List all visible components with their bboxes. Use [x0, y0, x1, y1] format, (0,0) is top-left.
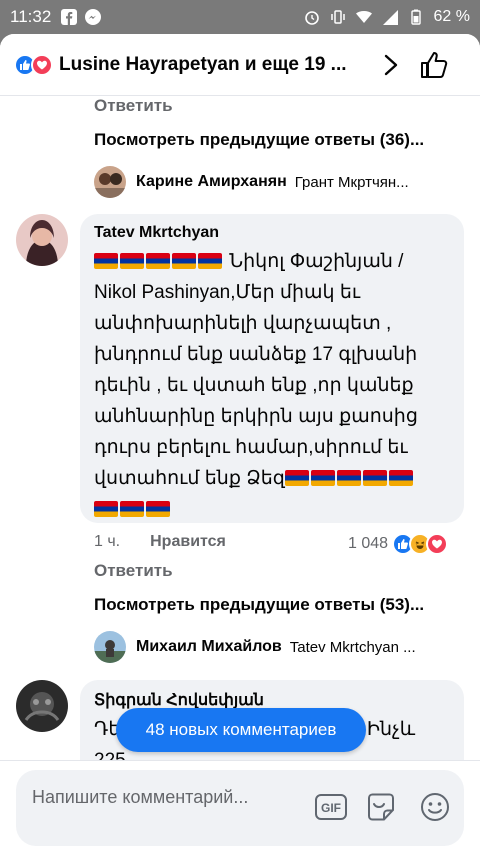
comment-input[interactable]: Напишите комментарий... GIF: [16, 770, 464, 846]
love-reaction-icon: [31, 53, 53, 76]
comment-line: վստահում ենք Ձեզ: [94, 468, 285, 489]
comment-author-name[interactable]: Տիգրան Հովսեփյան: [94, 690, 450, 710]
comment-input-placeholder: Напишите комментарий...: [32, 787, 249, 807]
comment-composer-bar: Напишите комментарий... GIF: [0, 760, 480, 853]
comment-timestamp[interactable]: 1 ч.: [94, 533, 120, 551]
comment-line: անհնարինը երկիրն այս քաոսից: [94, 406, 418, 427]
facebook-icon: [61, 9, 78, 25]
comment-line: Ինչև: [366, 719, 416, 740]
reply-snippet: Грант Мкртчян...: [294, 173, 409, 191]
armenia-flag-icon: [310, 470, 335, 486]
comment-text: Նիկոլ Փաշինյան / Nikol Pashinyan,Մեր միա…: [94, 246, 450, 525]
sticker-icon[interactable]: [364, 790, 398, 824]
new-comments-button[interactable]: 48 новых комментариев: [116, 708, 366, 752]
comment-line: դուրս բերելու համար,սիրում եւ: [94, 437, 408, 458]
like-post-button[interactable]: [419, 50, 449, 80]
vibrate-icon: [330, 9, 346, 25]
comment-line: անփոխարինելի վարչապետ ,: [94, 313, 392, 334]
chevron-right-icon[interactable]: [381, 53, 401, 77]
avatar[interactable]: [94, 631, 126, 663]
armenia-flag-icon: [120, 253, 144, 269]
reactions-header[interactable]: Lusine Hayrapetyan и еще 19 ...: [0, 34, 480, 96]
armenia-flag-icon: [146, 501, 170, 517]
emoji-icon[interactable]: [418, 790, 452, 824]
phone-screen: 11:32 62 % Lusine Hayrapetyan и еще 19 .…: [0, 0, 480, 853]
reply-button[interactable]: Ответить: [94, 561, 173, 581]
reply-author-name[interactable]: Карине Амирханян: [136, 173, 287, 191]
status-time: 11:32: [10, 7, 52, 26]
comment-line: Nikol Pashinyan,Մեր միակ եւ: [94, 282, 361, 303]
signal-icon: [382, 9, 398, 25]
armenia-flag-icon: [362, 470, 387, 486]
armenia-flag-icon: [120, 501, 144, 517]
wifi-icon: [355, 9, 372, 25]
reply-preview[interactable]: Михаил Михайлов Tatev Mkrtchyan ...: [94, 631, 416, 663]
reaction-icons: [14, 53, 53, 76]
armenia-flag-icon: [94, 253, 118, 269]
battery-icon: [408, 9, 424, 25]
reply-author-name[interactable]: Михаил Михайлов: [136, 638, 282, 656]
armenia-flag-icon: [94, 501, 118, 517]
love-reaction-icon: [426, 533, 449, 555]
armenia-flag-icon: [284, 470, 309, 486]
armenia-flag-icon: [146, 253, 170, 269]
reactions-title: Lusine Hayrapetyan и еще 19 ...: [59, 53, 347, 75]
comments-sheet: Lusine Hayrapetyan и еще 19 ... Ответить…: [0, 34, 480, 853]
gif-button[interactable]: GIF: [314, 790, 348, 824]
reply-snippet: Tatev Mkrtchyan ...: [289, 638, 416, 656]
comment-reactions[interactable]: 1 048: [348, 533, 449, 555]
comment-bubble[interactable]: Tatev Mkrtchyan Նիկոլ Փաշինյան / Nikol P…: [80, 214, 464, 523]
view-previous-replies-link[interactable]: Посмотреть предыдущие ответы (36)...: [94, 130, 424, 150]
reply-button[interactable]: Ответить: [94, 96, 173, 116]
alarm-icon: [304, 9, 320, 25]
comment-line: դեւին , եւ վստահ ենք ,որ կանեք: [94, 375, 414, 396]
messenger-icon: [85, 9, 102, 25]
avatar[interactable]: [16, 214, 68, 266]
comment-line: խնդրում ենք սանձեք 17 գլխանի: [94, 344, 418, 365]
comment-author-name[interactable]: Tatev Mkrtchyan: [94, 224, 450, 242]
armenia-flag-icon: [198, 253, 222, 269]
battery-level: 62 %: [433, 8, 470, 25]
status-bar: 11:32 62 %: [0, 0, 480, 34]
armenia-flag-icon: [336, 470, 361, 486]
view-previous-replies-link[interactable]: Посмотреть предыдущие ответы (53)...: [94, 595, 424, 615]
reaction-count: 1 048: [348, 535, 389, 552]
reply-preview[interactable]: Карине Амирханян Грант Мкртчян...: [94, 166, 409, 198]
comment-line: Նիկոլ Փաշինյան /: [229, 251, 404, 272]
comments-list: Ответить Посмотреть предыдущие ответы (3…: [0, 96, 480, 776]
armenia-flag-icon: [388, 470, 413, 486]
gif-label: GIF: [321, 801, 341, 815]
like-comment-button[interactable]: Нравится: [150, 533, 226, 551]
avatar[interactable]: [94, 166, 126, 198]
comment-actions: 1 ч. Нравится: [94, 533, 226, 551]
armenia-flag-icon: [172, 253, 196, 269]
avatar[interactable]: [16, 680, 68, 732]
